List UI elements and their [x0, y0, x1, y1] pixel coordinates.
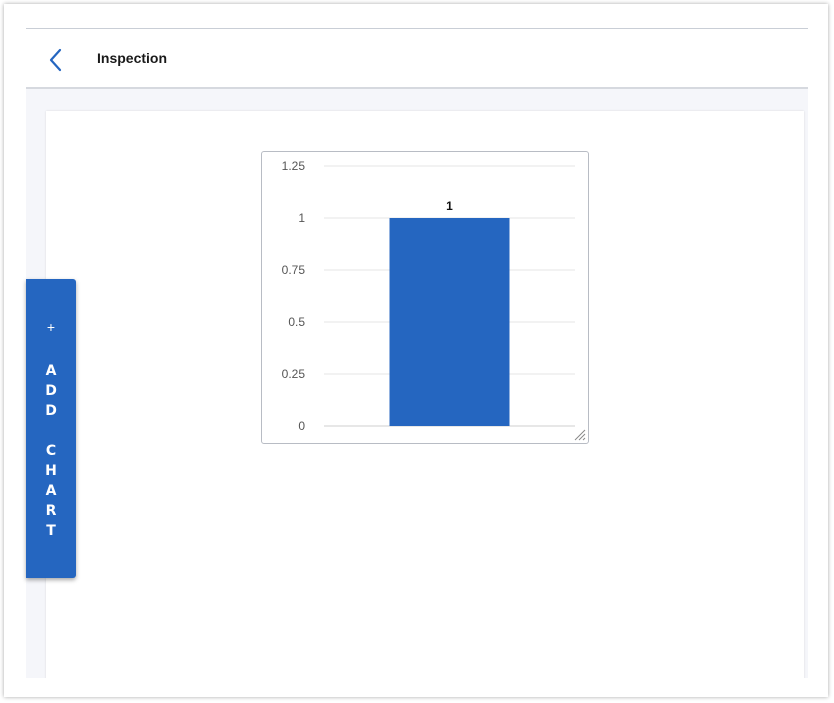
- y-tick-label: 0: [298, 419, 305, 433]
- add-chart-letter: [26, 421, 76, 441]
- add-chart-letter: D: [45, 383, 57, 399]
- add-chart-letter: R: [45, 503, 57, 519]
- y-tick-label: 1.25: [282, 159, 306, 173]
- y-tick-label: 0.5: [288, 315, 305, 329]
- y-tick-label: 0.25: [282, 367, 306, 381]
- y-tick-label: 1: [298, 211, 305, 225]
- bar-data-label: 1: [446, 199, 453, 213]
- y-tick-label: 0.75: [282, 263, 306, 277]
- add-chart-letter: A: [45, 363, 57, 379]
- add-chart-letter: T: [46, 523, 56, 539]
- bar[interactable]: [389, 218, 510, 426]
- bar-chart: 1.25 1 0.75 0.5 0.25 0 1: [282, 159, 575, 433]
- page-header: Inspection: [26, 28, 808, 89]
- add-chart-letter: D: [45, 403, 57, 419]
- resize-handle-icon[interactable]: [572, 427, 586, 441]
- chart-widget[interactable]: 1.25 1 0.75 0.5 0.25 0 1: [261, 151, 589, 444]
- add-chart-label: ADDCHART: [26, 361, 76, 541]
- chevron-left-icon: [42, 46, 70, 74]
- add-chart-letter: C: [45, 443, 57, 459]
- add-chart-letter: A: [45, 483, 57, 499]
- add-chart-letter: H: [45, 463, 57, 479]
- add-chart-button[interactable]: + ADDCHART: [26, 279, 76, 578]
- page-title: Inspection: [97, 50, 168, 66]
- plus-icon: +: [46, 319, 56, 335]
- back-button[interactable]: [42, 46, 70, 74]
